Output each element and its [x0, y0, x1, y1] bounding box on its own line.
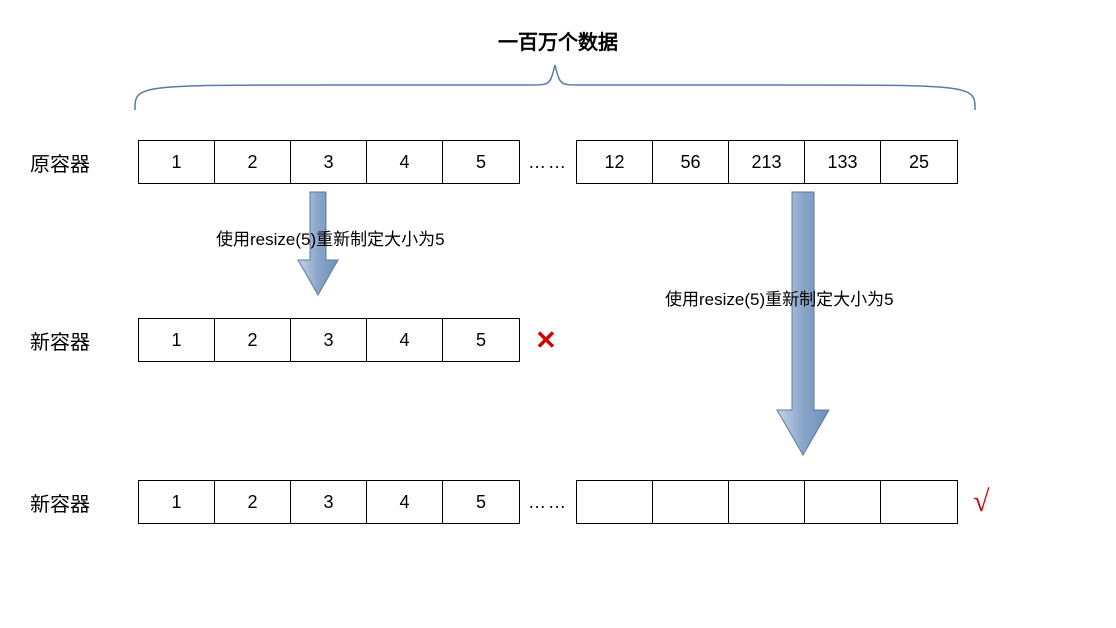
cell: 56	[653, 141, 729, 183]
cell: 1	[139, 319, 215, 361]
cell	[805, 481, 881, 523]
correct-new-cells-right	[576, 480, 958, 524]
cell	[881, 481, 957, 523]
cell: 3	[291, 319, 367, 361]
arrow-left: 使用resize(5)重新制定大小为5	[296, 190, 340, 300]
cell: 4	[367, 319, 443, 361]
cell: 1	[139, 141, 215, 183]
down-arrow-icon	[775, 190, 831, 460]
cell: 2	[215, 481, 291, 523]
arrow-left-label: 使用resize(5)重新制定大小为5	[216, 225, 445, 250]
wrong-icon: ✕	[535, 325, 557, 356]
original-cells-left: 1 2 3 4 5	[138, 140, 520, 184]
original-container-row: 原容器 1 2 3 4 5 …… 12 56 213 133 25	[30, 140, 958, 184]
title-text: 一百万个数据	[498, 26, 618, 55]
correct-icon: √	[973, 485, 989, 519]
cell	[653, 481, 729, 523]
new-label: 新容器	[30, 326, 100, 355]
cell: 1	[139, 481, 215, 523]
cell: 3	[291, 141, 367, 183]
cell: 5	[443, 141, 519, 183]
original-label: 原容器	[30, 148, 100, 177]
cell: 133	[805, 141, 881, 183]
cell: 213	[729, 141, 805, 183]
arrow-right-label: 使用resize(5)重新制定大小为5	[665, 285, 894, 310]
wrong-new-container-row: 新容器 1 2 3 4 5 ✕	[30, 318, 557, 362]
curly-brace-icon	[130, 55, 980, 115]
cell	[729, 481, 805, 523]
cell: 4	[367, 481, 443, 523]
original-cells-right: 12 56 213 133 25	[576, 140, 958, 184]
cell: 2	[215, 319, 291, 361]
cell: 2	[215, 141, 291, 183]
correct-new-cells-left: 1 2 3 4 5	[138, 480, 520, 524]
cell: 4	[367, 141, 443, 183]
wrong-new-cells: 1 2 3 4 5	[138, 318, 520, 362]
cell: 25	[881, 141, 957, 183]
ellipsis-text: ……	[528, 152, 568, 173]
cell: 3	[291, 481, 367, 523]
cell: 5	[443, 481, 519, 523]
correct-new-container-row: 新容器 1 2 3 4 5 …… √	[30, 480, 989, 524]
cell	[577, 481, 653, 523]
ellipsis-text: ……	[528, 492, 568, 513]
arrow-right: 使用resize(5)重新制定大小为5	[775, 190, 831, 460]
cell: 12	[577, 141, 653, 183]
new-label: 新容器	[30, 488, 100, 517]
cell: 5	[443, 319, 519, 361]
